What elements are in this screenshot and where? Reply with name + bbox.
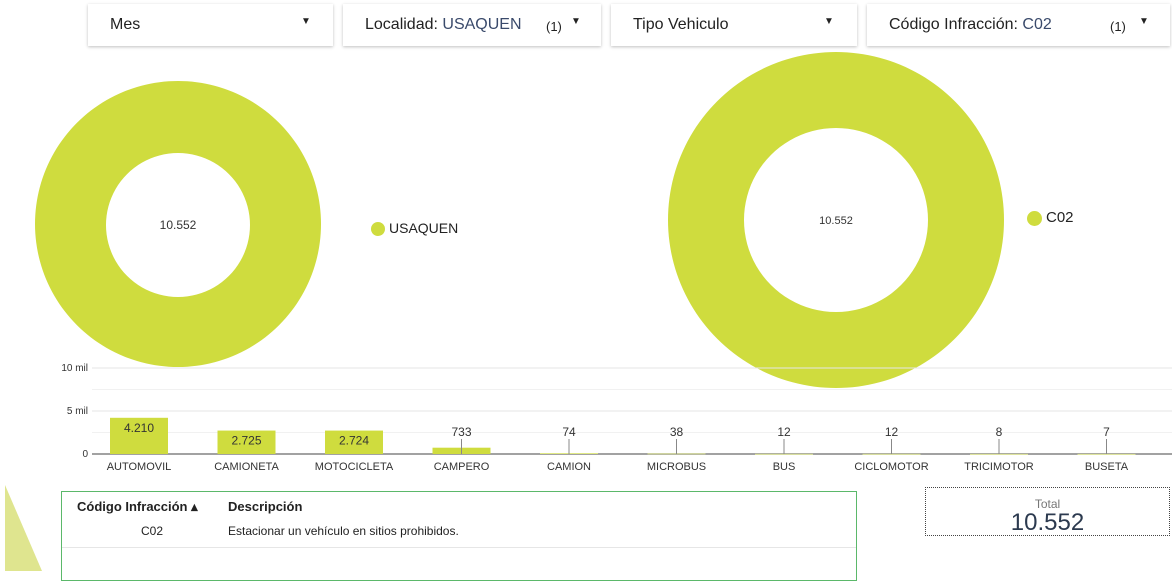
data-label: 12	[885, 425, 899, 439]
total-scorecard: Total 10.552	[925, 487, 1170, 536]
total-value: 10.552	[1010, 509, 1085, 536]
x-tick-label: CICLOMOTOR	[854, 461, 928, 473]
data-label: 4.210	[124, 421, 154, 435]
donut-chart-codigo: 10.552	[668, 52, 1005, 388]
legend-marker	[1027, 211, 1042, 226]
x-tick-label: TRICIMOTOR	[964, 461, 1034, 473]
x-tick-label: BUS	[773, 461, 796, 473]
column-header-descripcion[interactable]: Descripción	[228, 499, 302, 514]
data-label: 2.724	[339, 434, 369, 448]
decorative-triangle	[5, 485, 42, 571]
data-label: 8	[996, 425, 1003, 439]
data-label: 7	[1103, 425, 1110, 439]
y-tick-label: 0	[82, 449, 88, 460]
x-tick-label: CAMPERO	[434, 461, 490, 473]
infraction-table: Código Infracción ▴ Descripción C02 Esta…	[61, 491, 857, 581]
data-label: 74	[562, 425, 576, 439]
bar-chart-tipo-vehiculo: 0 5 mil 10 mil 4.210 AUTOMOVIL 2.725 CAMIONETA…	[61, 363, 1172, 473]
bar[interactable]	[970, 453, 1028, 455]
x-tick-label: CAMIONETA	[214, 461, 279, 473]
data-label: 733	[451, 425, 471, 439]
table-cell-descripcion: Estacionar un vehículo en sitios prohibi…	[228, 524, 459, 538]
bar[interactable]	[1077, 453, 1136, 455]
data-label: 2.725	[231, 434, 261, 448]
legend-label[interactable]: C02	[1046, 209, 1074, 226]
x-tick-label: CAMION	[547, 461, 591, 473]
y-tick-label: 5 mil	[67, 406, 88, 417]
column-header-codigo[interactable]: Código Infracción ▴	[77, 499, 198, 515]
data-label: 12	[777, 425, 791, 439]
y-tick-label: 10 mil	[61, 363, 88, 374]
row-divider	[62, 547, 856, 548]
table-cell-codigo: C02	[141, 524, 164, 538]
x-tick-label: BUSETA	[1085, 461, 1129, 473]
x-tick-label: MICROBUS	[647, 461, 706, 473]
x-tick-label: MOTOCICLETA	[315, 461, 394, 473]
donut-center-label: 10.552	[819, 215, 853, 227]
data-label: 38	[670, 425, 684, 439]
x-tick-label: AUTOMOVIL	[107, 461, 172, 473]
